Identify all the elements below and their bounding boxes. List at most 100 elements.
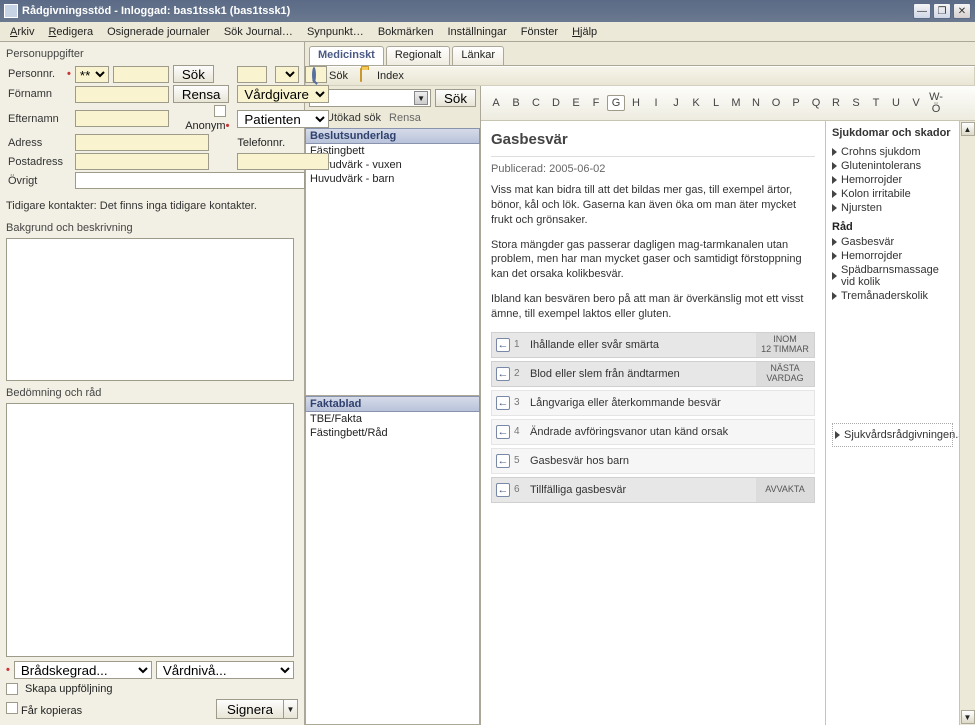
bedomning-textarea[interactable] <box>6 403 294 657</box>
efternamn-input[interactable] <box>75 110 169 127</box>
adress-input[interactable] <box>75 134 209 151</box>
triage-row[interactable]: ←6Tillfälliga gasbesvärAVVAKTA <box>491 477 815 503</box>
anonym-checkbox[interactable] <box>214 105 226 117</box>
required-icon: • <box>67 68 71 80</box>
menu-hjalp[interactable]: Hjälp <box>566 25 603 39</box>
ovrigt-input[interactable] <box>75 172 305 189</box>
personnr-prefix[interactable]: ** <box>75 66 109 83</box>
sidebar-link[interactable]: Tremånaderskolik <box>832 289 953 303</box>
rensa-button[interactable]: Rensa <box>173 85 230 103</box>
minimize-button[interactable]: — <box>913 3 931 19</box>
scroll-down-icon[interactable]: ▼ <box>961 710 975 724</box>
bakgrund-textarea[interactable] <box>6 238 294 381</box>
triage-text: Tillfälliga gasbesvär <box>526 484 756 496</box>
list-item[interactable]: Fästingbett <box>306 144 479 158</box>
triage-row[interactable]: ←3Långvariga eller återkommande besvär <box>491 390 815 416</box>
close-button[interactable]: ✕ <box>953 3 971 19</box>
triage-row[interactable]: ←5Gasbesvär hos barn <box>491 448 815 474</box>
tab-lankar[interactable]: Länkar <box>452 46 504 65</box>
list-item[interactable]: TBE/Fakta <box>306 412 479 426</box>
alpha-H[interactable]: H <box>627 96 645 110</box>
sidebar-link[interactable]: Njursten <box>832 201 953 215</box>
alpha-C[interactable]: C <box>527 96 545 110</box>
alpha-L[interactable]: L <box>707 96 725 110</box>
field-extra-1[interactable] <box>237 66 267 83</box>
alpha-V[interactable]: V <box>907 96 925 110</box>
label-ovrigt: Övrigt <box>6 171 65 190</box>
app-icon <box>4 4 18 18</box>
menu-synpunkt[interactable]: Synpunkt… <box>301 25 370 39</box>
sidebar-link[interactable]: Glutenintolerans <box>832 159 953 173</box>
alpha-E[interactable]: E <box>567 96 585 110</box>
triage-row[interactable]: ←1Ihållande eller svår smärtaINOM12 TIMM… <box>491 332 815 358</box>
tab-medicinskt[interactable]: Medicinskt <box>309 46 384 65</box>
alpha-K[interactable]: K <box>687 96 705 110</box>
menu-installningar[interactable]: Inställningar <box>441 25 512 39</box>
sidebar-link[interactable]: Gasbesvär <box>832 235 953 249</box>
label-telefon: Telefonnr. <box>235 133 331 152</box>
triage-row[interactable]: ←2Blod eller slem från ändtarmenNÄSTAVAR… <box>491 361 815 387</box>
alpha-P[interactable]: P <box>787 96 805 110</box>
mid-sok-button[interactable]: Sök <box>435 89 476 107</box>
triage-row[interactable]: ←4Ändrade avföringsvanor utan känd orsak <box>491 419 815 445</box>
alpha-D[interactable]: D <box>547 96 565 110</box>
followup-checkbox[interactable] <box>6 683 18 695</box>
sidebar-link[interactable]: Kolon irritabile <box>832 187 953 201</box>
sok-button[interactable]: Sök <box>173 65 214 83</box>
personnr-input[interactable] <box>113 66 169 83</box>
list-item[interactable]: Huvudvärk - vuxen <box>306 158 479 172</box>
alpha-W-Ö[interactable]: W-Ö <box>927 90 945 116</box>
tab-regionalt[interactable]: Regionalt <box>386 46 450 65</box>
toolbar-index[interactable]: Index <box>360 69 404 83</box>
vardgivare-select[interactable]: Vårdgivare... <box>237 85 329 103</box>
menu-redigera[interactable]: Redigera <box>42 25 99 39</box>
copy-checkbox[interactable] <box>6 702 18 714</box>
sidebar-link[interactable]: Spädbarnsmassage vid kolik <box>832 263 953 289</box>
toolbar: Sök Index <box>305 66 975 86</box>
signera-button[interactable]: Signera <box>216 699 284 719</box>
sidebar-link[interactable]: Crohns sjukdom <box>832 145 953 159</box>
alpha-N[interactable]: N <box>747 96 765 110</box>
menu-arkiv[interactable]: Arkiv <box>4 25 40 39</box>
menu-sok-journal[interactable]: Sök Journal… <box>218 25 299 39</box>
list-item[interactable]: Fästingbett/Råd <box>306 426 479 440</box>
alpha-R[interactable]: R <box>827 96 845 110</box>
scrollbar[interactable]: ▲ ▼ <box>959 121 975 725</box>
alpha-G[interactable]: G <box>607 95 625 111</box>
alpha-O[interactable]: O <box>767 96 785 110</box>
alpha-B[interactable]: B <box>507 96 525 110</box>
scroll-up-icon[interactable]: ▲ <box>961 122 975 136</box>
alpha-U[interactable]: U <box>887 96 905 110</box>
patienten-select[interactable]: Patienten <box>237 110 329 128</box>
bradskegrad-select[interactable]: Brådskegrad... <box>14 661 152 679</box>
sidebar-link[interactable]: Hemorrojder <box>832 249 953 263</box>
list-item[interactable]: Huvudvärk - barn <box>306 172 479 186</box>
vardniva-select[interactable]: Vårdnivå... <box>156 661 294 679</box>
label-postadress: Postadress <box>6 152 65 171</box>
select-extra-1[interactable] <box>275 66 299 83</box>
menu-bokmarken[interactable]: Bokmärken <box>372 25 440 39</box>
back-arrow-icon: ← <box>496 483 510 497</box>
menu-osignerade[interactable]: Osignerade journaler <box>101 25 216 39</box>
menu-fonster[interactable]: Fönster <box>515 25 564 39</box>
fornamn-input[interactable] <box>75 86 169 103</box>
alpha-J[interactable]: J <box>667 96 685 110</box>
mid-rensa-link[interactable]: Rensa <box>389 112 421 124</box>
sidebar-link[interactable]: Hemorrojder <box>832 173 953 187</box>
alpha-S[interactable]: S <box>847 96 865 110</box>
triage-text: Långvariga eller återkommande besvär <box>526 397 814 409</box>
signera-dropdown[interactable]: ▼ <box>284 699 298 719</box>
alpha-Q[interactable]: Q <box>807 96 825 110</box>
postadress-input[interactable] <box>75 153 209 170</box>
alpha-F[interactable]: F <box>587 96 605 110</box>
alpha-T[interactable]: T <box>867 96 885 110</box>
telefon-input[interactable] <box>237 153 329 170</box>
alpha-I[interactable]: I <box>647 96 665 110</box>
alpha-M[interactable]: M <box>727 96 745 110</box>
field-extra-2[interactable] <box>305 66 327 83</box>
alpha-A[interactable]: A <box>487 96 505 110</box>
external-link[interactable]: Sjukvårdsrådgivningen.se <box>835 428 950 442</box>
section-personuppgifter: Personuppgifter <box>6 48 298 60</box>
maximize-button[interactable]: ❐ <box>933 3 951 19</box>
folder-icon <box>360 68 362 82</box>
